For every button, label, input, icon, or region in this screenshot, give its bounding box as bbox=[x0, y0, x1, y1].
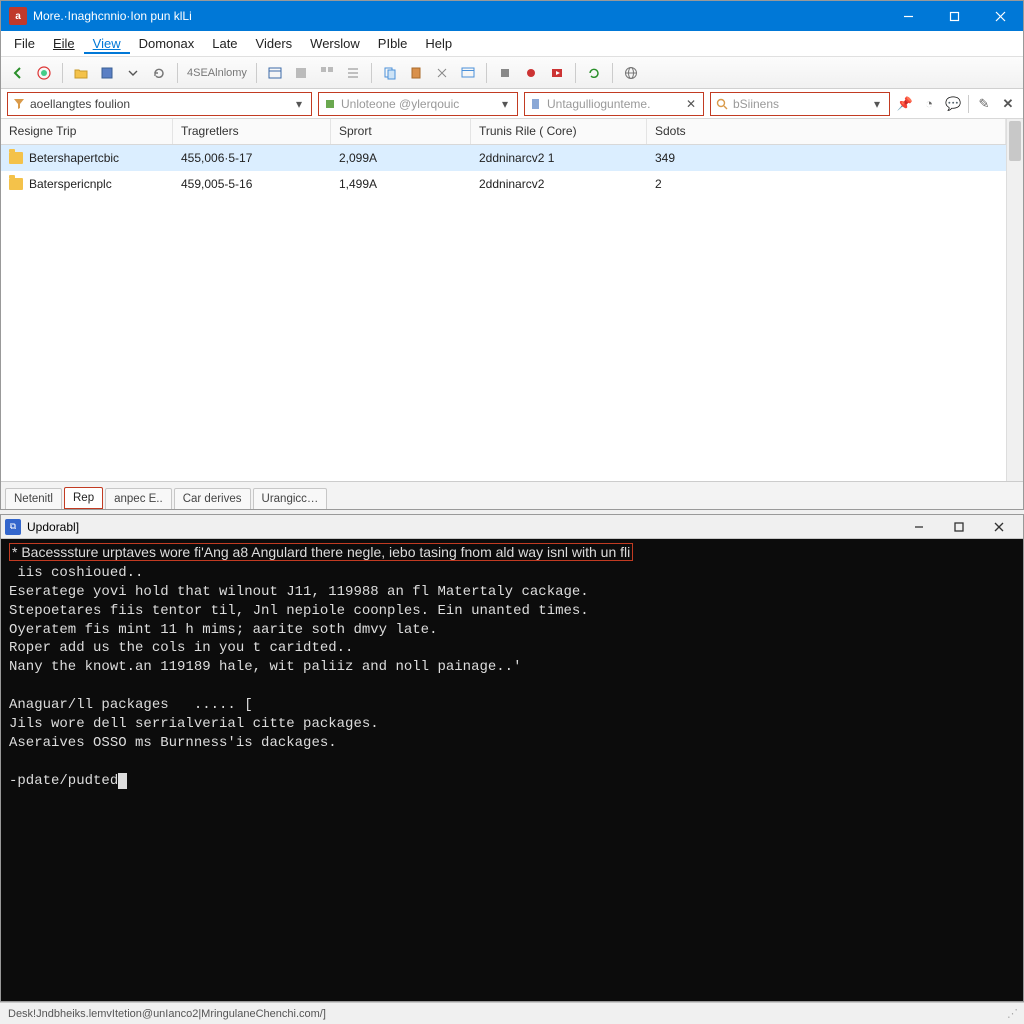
col-header[interactable]: Trunis Rile ( Core) bbox=[471, 119, 647, 144]
details-icon[interactable] bbox=[342, 62, 364, 84]
status-bar: Desk!Jndbheiks.lemvItetion@unIanco2|Mrin… bbox=[0, 1002, 1024, 1024]
toolbar: 4SEAlnlomy bbox=[1, 57, 1023, 89]
menu-view[interactable]: View bbox=[84, 33, 130, 54]
maximize-button[interactable] bbox=[931, 1, 977, 31]
refresh-icon[interactable] bbox=[148, 62, 170, 84]
funnel-icon bbox=[12, 97, 26, 111]
doc-icon bbox=[529, 97, 543, 111]
table-area: Resigne Trip Tragretlers Sprort Trunis R… bbox=[1, 119, 1023, 481]
menu-file[interactable]: File bbox=[5, 33, 44, 54]
menu-viders[interactable]: Viders bbox=[247, 33, 302, 54]
chevron-down-icon: ▾ bbox=[291, 97, 307, 111]
scrollbar-thumb[interactable] bbox=[1009, 121, 1021, 161]
terminal-title: Updorabl] bbox=[27, 520, 79, 534]
filter-combo-3[interactable]: Untagulliogunteme. ✕ bbox=[524, 92, 704, 116]
menu-werslow[interactable]: Werslow bbox=[301, 33, 369, 54]
tab-urangicc[interactable]: Urangicc… bbox=[253, 488, 328, 509]
table-row[interactable]: Betershapertcbic 455,006·5-17 2,099A 2dd… bbox=[1, 145, 1006, 171]
col-header[interactable]: Sprort bbox=[331, 119, 471, 144]
resize-grip-icon[interactable]: ⋰ bbox=[1007, 1007, 1016, 1020]
window-controls bbox=[885, 1, 1023, 31]
filter-combo-4[interactable]: bSiinens ▾ bbox=[710, 92, 890, 116]
menu-bar: File Eile View Domonax Late Viders Wersl… bbox=[1, 31, 1023, 57]
close-button[interactable] bbox=[979, 516, 1019, 538]
pin-icon[interactable]: 📌 bbox=[896, 94, 914, 114]
cut-icon[interactable] bbox=[431, 62, 453, 84]
menu-domonax[interactable]: Domonax bbox=[130, 33, 204, 54]
vertical-scrollbar[interactable] bbox=[1006, 119, 1023, 481]
folder-icon bbox=[9, 178, 23, 190]
filter-row: aoellangtes foulion ▾ Unloteone @ylerqou… bbox=[1, 89, 1023, 119]
clear-icon[interactable]: ✕ bbox=[683, 97, 699, 111]
table-header: Resigne Trip Tragretlers Sprort Trunis R… bbox=[1, 119, 1006, 145]
bell-icon[interactable]: ◔ bbox=[920, 94, 938, 114]
search-icon bbox=[715, 97, 729, 111]
copy-icon[interactable] bbox=[379, 62, 401, 84]
toolbar-label: 4SEAlnlomy bbox=[185, 67, 249, 79]
tab-netenitl[interactable]: Netenitl bbox=[5, 488, 62, 509]
browser-icon[interactable] bbox=[33, 62, 55, 84]
edit-icon[interactable]: ✎ bbox=[975, 94, 993, 114]
col-header[interactable]: Tragretlers bbox=[173, 119, 331, 144]
paste-icon[interactable] bbox=[405, 62, 427, 84]
menu-help[interactable]: Help bbox=[416, 33, 461, 54]
col-header[interactable]: Resigne Trip bbox=[1, 119, 173, 144]
terminal-app-icon: ⧉ bbox=[5, 519, 21, 535]
back-button[interactable] bbox=[7, 62, 29, 84]
chevron-down-icon[interactable] bbox=[122, 62, 144, 84]
stop-icon[interactable] bbox=[494, 62, 516, 84]
tiles-icon[interactable] bbox=[316, 62, 338, 84]
chevron-down-icon: ▾ bbox=[497, 97, 513, 111]
window-icon[interactable] bbox=[457, 62, 479, 84]
folder-open-icon[interactable] bbox=[70, 62, 92, 84]
chat-icon[interactable]: 💬 bbox=[944, 94, 962, 114]
chevron-down-icon: ▾ bbox=[869, 97, 885, 111]
play-icon[interactable] bbox=[546, 62, 568, 84]
app-icon: a bbox=[9, 7, 27, 25]
terminal-window: ⧉ Updorabl] * Bacesssture urptaves wore … bbox=[0, 514, 1024, 1002]
table-row[interactable]: Baterspericnplc 459,005-5-16 1,499A 2ddn… bbox=[1, 171, 1006, 197]
terminal-titlebar[interactable]: ⧉ Updorabl] bbox=[1, 515, 1023, 539]
tab-carderives[interactable]: Car derives bbox=[174, 488, 251, 509]
status-text: Desk!Jndbheiks.lemvItetion@unIanco2|Mrin… bbox=[8, 1008, 326, 1020]
folder-icon bbox=[9, 152, 23, 164]
tab-strip: Netenitl Rep anpec E.. Car derives Urang… bbox=[1, 481, 1023, 509]
sync-icon[interactable] bbox=[583, 62, 605, 84]
record-icon[interactable] bbox=[520, 62, 542, 84]
tab-anpec[interactable]: anpec E.. bbox=[105, 488, 172, 509]
minimize-button[interactable] bbox=[885, 1, 931, 31]
list-icon[interactable] bbox=[290, 62, 312, 84]
terminal-output[interactable]: * Bacesssture urptaves wore fi'Ang a8 An… bbox=[1, 539, 1023, 1001]
window-title: More.·Inaghcnnio·Ion pun klLi bbox=[33, 9, 192, 23]
col-header[interactable]: Sdots bbox=[647, 119, 1006, 144]
tab-rep[interactable]: Rep bbox=[64, 487, 103, 509]
save-icon[interactable] bbox=[96, 62, 118, 84]
menu-eile[interactable]: Eile bbox=[44, 33, 84, 54]
globe-icon[interactable] bbox=[620, 62, 642, 84]
minimize-button[interactable] bbox=[899, 516, 939, 538]
menu-late[interactable]: Late bbox=[203, 33, 246, 54]
close-button[interactable] bbox=[977, 1, 1023, 31]
titlebar[interactable]: a More.·Inaghcnnio·Ion pun klLi bbox=[1, 1, 1023, 31]
file-browser-window: a More.·Inaghcnnio·Ion pun klLi File Eil… bbox=[0, 0, 1024, 510]
tag-icon bbox=[323, 97, 337, 111]
filter-combo-2[interactable]: Unloteone @ylerqouic ▾ bbox=[318, 92, 518, 116]
grid-icon[interactable] bbox=[264, 62, 286, 84]
close-filter-icon[interactable]: ✕ bbox=[999, 94, 1017, 114]
menu-pible[interactable]: PIble bbox=[369, 33, 417, 54]
filter-combo-1[interactable]: aoellangtes foulion ▾ bbox=[7, 92, 312, 116]
maximize-button[interactable] bbox=[939, 516, 979, 538]
